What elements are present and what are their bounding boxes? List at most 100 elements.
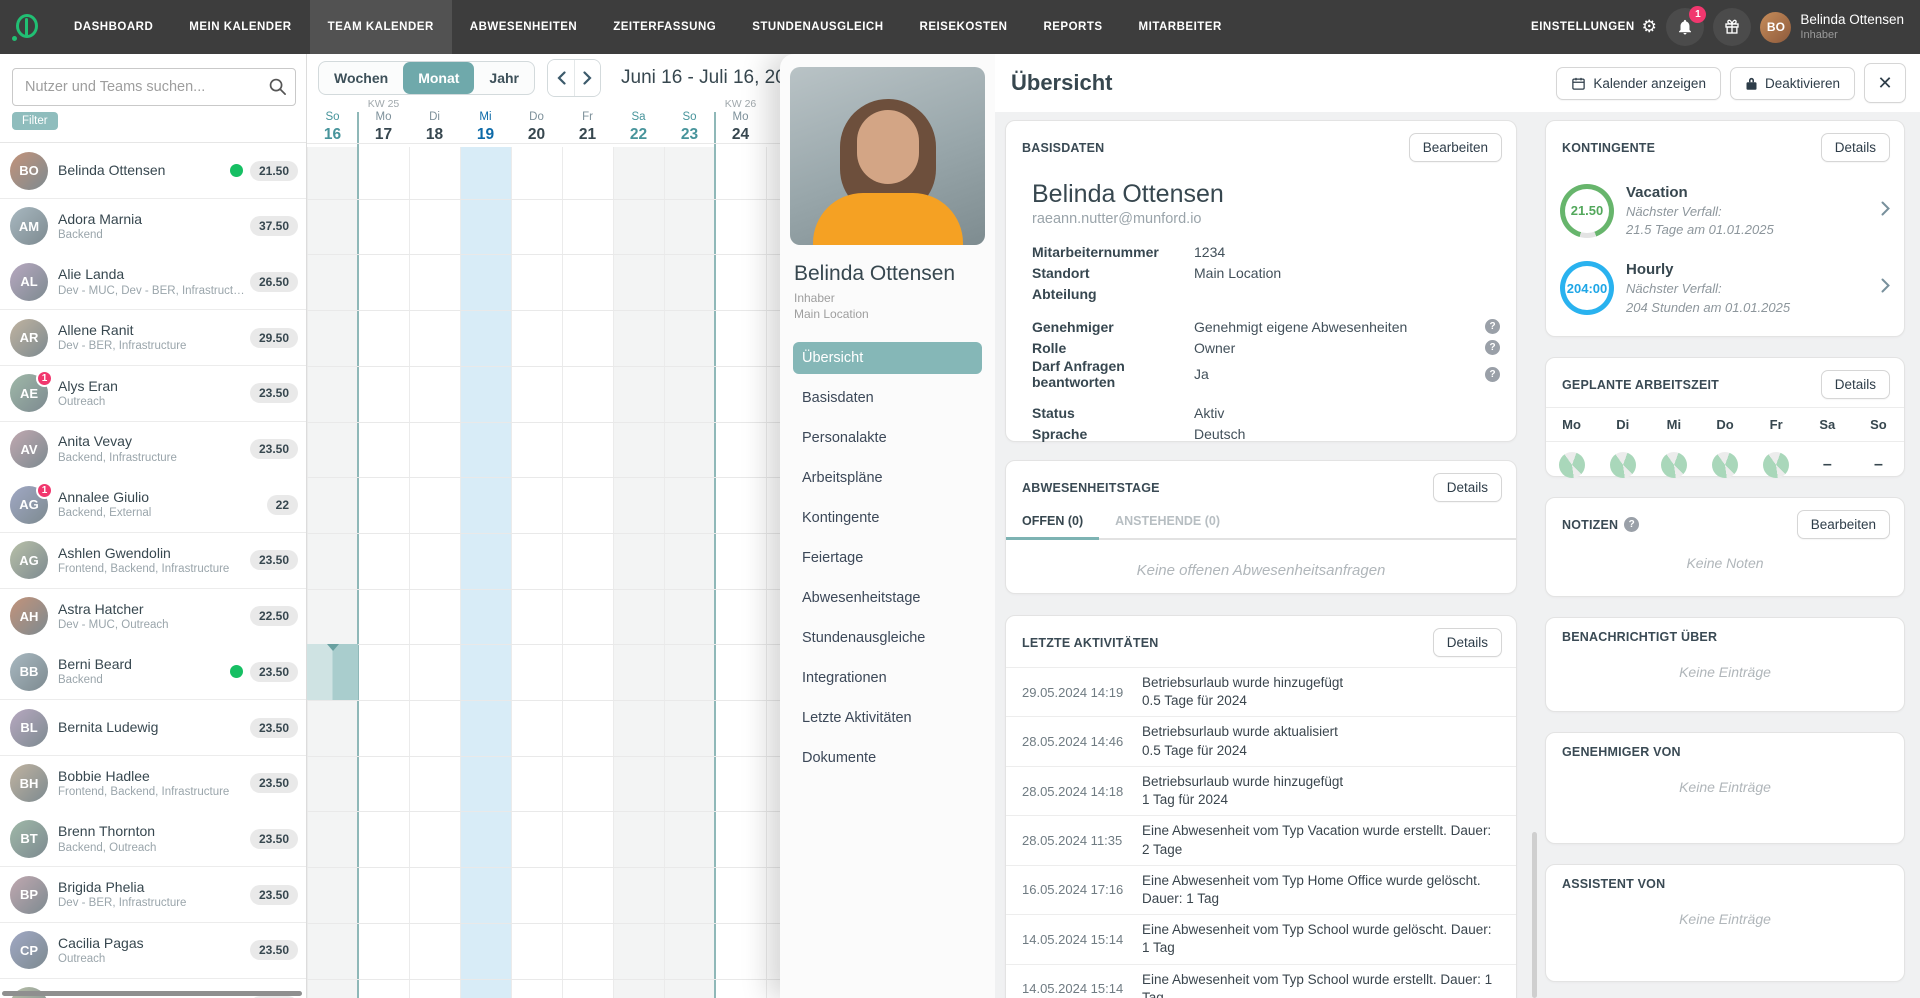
day-header-di-18[interactable]: Di 18 [409,98,460,147]
user-row[interactable]: CP Cacilia Pagas Outreach 23.50 [0,922,306,979]
day-header-so-16[interactable]: So 16 [307,98,358,147]
day-header-mo-17[interactable]: KW 25 Mo 17 [358,98,409,147]
user-row[interactable]: AH Astra Hatcher Dev - MUC, Outreach 22.50 [0,588,306,645]
user-row[interactable]: AL Alie Landa Dev - MUC, Dev - BER, Infras… [0,254,306,311]
day-header-fr-21[interactable]: Fr 21 [562,98,613,147]
nav-item-team-kalender[interactable]: TEAM KALENDER [309,0,452,54]
profile-menu-item-letzte-aktivit-ten[interactable]: Letzte Aktivitäten [793,702,982,734]
user-row[interactable]: AV Anita Vevay Backend, Infrastructure 23.5… [0,421,306,478]
selected-absence-cell[interactable] [307,644,358,700]
quota-item-hourly[interactable]: 204:00 Hourly Nächster Verfall: 204 Stunden… [1546,249,1904,326]
basisdaten-row: Darf Anfragen beantworten Ja? [1032,358,1500,390]
view-jahr-button[interactable]: Jahr [474,62,534,94]
notes-edit-button[interactable]: Bearbeiten [1796,510,1890,539]
user-row[interactable]: AG Ashlen Gwendolin Frontend, Backend, Inf… [0,532,306,589]
quota-item-vacation[interactable]: 21.50 Vacation Nächster Verfall: 21.5 Tage … [1546,172,1904,249]
profile-menu-item--bersicht[interactable]: Übersicht [793,342,982,375]
nav-item-dashboard[interactable]: DASHBOARD [56,0,171,54]
user-row[interactable]: BB Berni Beard Backend 23.50 [0,644,306,701]
day-header-sa-22[interactable]: Sa 22 [613,98,664,147]
vertical-scrollbar[interactable] [1532,832,1537,998]
profile-name: Belinda Ottensen [794,262,956,285]
profile-menu-item-feiertage[interactable]: Feiertage [793,542,982,574]
gift-button[interactable] [1713,8,1752,46]
nav-item-stundenausgleich[interactable]: STUNDENAUSGLEICH [734,0,901,54]
user-row[interactable]: BT Brenn Thornton Backend, Outreach 23.50 [0,811,306,868]
profile-menu-item-integrationen[interactable]: Integrationen [793,662,982,694]
user-row[interactable]: BO Belinda Ottensen 21.50 [0,143,306,199]
day-header-do-20[interactable]: Do 20 [511,98,562,147]
help-icon[interactable]: ? [1485,366,1500,382]
filter-chip[interactable]: Filter [12,112,58,130]
profile-menu-item-kontingente[interactable]: Kontingente [793,502,982,534]
show-calendar-button[interactable]: Kalender anzeigen [1556,66,1721,100]
worktime-day-fr: Fr [1750,408,1802,442]
basisdaten-edit-button[interactable]: Bearbeiten [1408,133,1502,162]
help-icon[interactable]: ? [1485,319,1500,334]
prev-button[interactable] [548,60,574,96]
nav-item-mein-kalender[interactable]: MEIN KALENDER [171,0,309,54]
user-info[interactable]: Belinda Ottensen Inhaber [1800,12,1904,43]
horizontal-scrollbar[interactable] [2,991,302,996]
chevron-right-icon[interactable] [1881,278,1890,298]
user-row[interactable]: AR Allene Ranit Dev - BER, Infrastructure 2… [0,310,306,367]
quotas-details-button[interactable]: Details [1820,133,1890,162]
notifications-button[interactable]: 1 [1666,6,1707,46]
profile-menu-item-personalakte[interactable]: Personalakte [793,422,982,454]
profile-menu-item-arbeitspl-ne[interactable]: Arbeitspläne [793,462,982,494]
search-input[interactable] [12,68,296,106]
view-wochen-button[interactable]: Wochen [319,62,403,94]
user-row[interactable]: BH Bobbie Hadlee Frontend, Backend, Infras… [0,755,306,812]
app-logo-icon[interactable] [12,12,42,42]
profile-menu-item-basisdaten[interactable]: Basisdaten [793,382,982,414]
day-name: Do [529,111,544,123]
nav-item-zeiterfassung[interactable]: ZEITERFASSUNG [595,0,734,54]
profile-menu-item-abwesenheitstage[interactable]: Abwesenheitstage [793,582,982,614]
user-row[interactable]: AE 1 Alys Eran Outreach 23.50 [0,365,306,422]
activity-row: 16.05.2024 17:16 Eine Abwesenheit vom Typ… [1006,864,1516,914]
overview-left-column: BASISDATEN Bearbeiten Belinda Ottensen r… [1005,120,1517,998]
profile-menu-item-stundenausgleiche[interactable]: Stundenausgleiche [793,622,982,654]
chevron-right-icon[interactable] [1881,201,1890,221]
worktime-day-sa: Sa [1801,408,1853,442]
deactivate-button[interactable]: Deaktivieren [1729,66,1855,100]
profile-menu-item-dokumente[interactable]: Dokumente [793,742,982,774]
nav-item-reports[interactable]: REPORTS [1025,0,1120,54]
grid-column-line [511,147,512,998]
today-column-shade [460,147,511,998]
worktime-icon-cell [1699,442,1750,490]
worktime-details-button[interactable]: Details [1820,370,1890,399]
day-header-mi-19[interactable]: Mi 19 [460,98,511,147]
help-icon[interactable]: ? [1624,517,1640,532]
user-row[interactable]: BL Bernita Ludewig 23.50 [0,700,306,756]
quota-text: Vacation Nächster Verfall: 21.5 Tage am 01… [1614,182,1881,239]
user-row[interactable]: AG 1 Annalee Giulio Backend, External 22 [0,477,306,534]
activity-line1: Eine Abwesenheit vom Typ Vacation wurde … [1142,823,1492,857]
view-monat-button[interactable]: Monat [403,62,475,94]
activities-details-button[interactable]: Details [1432,628,1502,657]
notes-empty-text: Keine Noten [1686,555,1764,571]
user-row[interactable]: BP Brigida Phelia Dev - BER, Infrastructur… [0,867,306,924]
quota-ring: 204:00 [1560,261,1614,316]
close-button[interactable]: ✕ [1864,63,1906,103]
tab-offen[interactable]: OFFEN (0) [1006,506,1100,540]
user-avatar[interactable]: BO [1760,11,1792,43]
day-header-mo-24[interactable]: KW 26 Mo 24 [715,98,766,147]
user-name: Anita Vevay [58,433,132,450]
settings-button[interactable]: EINSTELLUNGEN ⚙ [1531,18,1657,36]
field-label: Sprache [1032,425,1088,442]
search-icon[interactable] [268,77,287,101]
nav-item-mitarbeiter[interactable]: MITARBEITER [1121,0,1240,54]
nav-item-reisekosten[interactable]: REISEKOSTEN [902,0,1026,54]
day-header-so-23[interactable]: So 23 [664,98,715,147]
nav-item-abwesenheiten[interactable]: ABWESENHEITEN [452,0,595,54]
info-card-empty-text: Keine Einträge [1679,779,1771,795]
basisdaten-group: Mitarbeiternummer 1234 Standort Main Locati… [1032,241,1500,304]
absences-details-button[interactable]: Details [1432,473,1502,502]
user-text: Belinda Ottensen [58,161,230,179]
help-icon[interactable]: ? [1485,340,1500,355]
user-row[interactable]: AM Adora Marnia Backend 37.50 [0,198,306,255]
tab-anstehende[interactable]: ANSTEHENDE (0) [1099,506,1236,540]
next-button[interactable] [574,60,600,96]
weekend-column-shade [664,147,715,998]
